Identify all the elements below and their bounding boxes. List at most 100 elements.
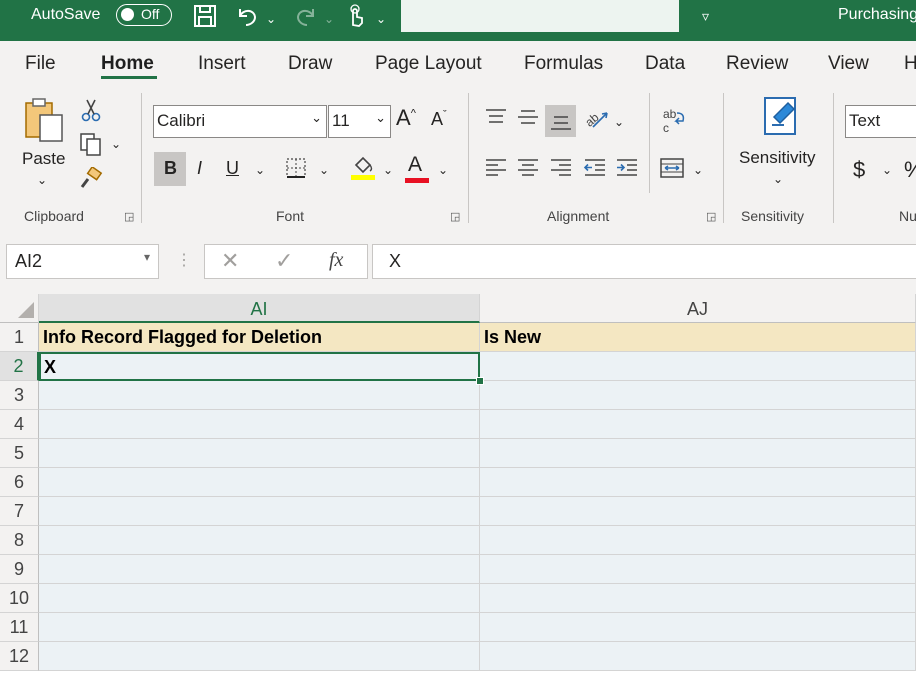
row-header[interactable]: 2 — [0, 352, 39, 381]
paste-dropdown-icon[interactable]: ⌄ — [37, 173, 47, 187]
merge-center-icon[interactable] — [659, 157, 685, 184]
row-header[interactable]: 8 — [0, 526, 39, 555]
fill-color-icon[interactable] — [350, 153, 376, 186]
tab-file[interactable]: File — [25, 53, 56, 75]
underline-dropdown-icon[interactable]: ⌄ — [255, 163, 265, 177]
tab-view[interactable]: View — [828, 53, 869, 75]
increase-indent-icon[interactable] — [615, 157, 639, 184]
cell-ai1[interactable]: Info Record Flagged for Deletion — [39, 323, 480, 352]
font-name-combo[interactable]: Calibri ⌄ — [153, 105, 327, 138]
column-header-aj[interactable]: AJ — [480, 294, 916, 323]
tab-help[interactable]: H — [904, 53, 916, 75]
orientation-dropdown-icon[interactable]: ⌄ — [614, 115, 624, 129]
tab-review[interactable]: Review — [726, 53, 788, 75]
cell-aj8[interactable] — [480, 526, 916, 555]
cell-aj9[interactable] — [480, 555, 916, 584]
row-header[interactable]: 10 — [0, 584, 39, 613]
cell-ai8[interactable] — [39, 526, 480, 555]
cell-ai5[interactable] — [39, 439, 480, 468]
cell-aj7[interactable] — [480, 497, 916, 526]
borders-dropdown-icon[interactable]: ⌄ — [319, 163, 329, 177]
top-align-icon[interactable] — [484, 107, 508, 132]
font-size-combo[interactable]: 11 ⌄ — [328, 105, 391, 138]
grow-font-button[interactable]: A^ — [396, 105, 416, 131]
sensitivity-icon[interactable] — [762, 95, 802, 142]
cell-ai4[interactable] — [39, 410, 480, 439]
cell-ai10[interactable] — [39, 584, 480, 613]
wrap-text-icon[interactable]: ab c — [661, 107, 687, 140]
fill-handle[interactable] — [476, 377, 484, 385]
decrease-indent-icon[interactable] — [583, 157, 607, 184]
italic-button[interactable]: I — [197, 158, 202, 179]
undo-icon[interactable] — [234, 3, 260, 34]
paste-button[interactable] — [20, 95, 68, 150]
cell-aj5[interactable] — [480, 439, 916, 468]
ribbon-display-icon[interactable]: ▿ — [702, 5, 709, 27]
cell-aj6[interactable] — [480, 468, 916, 497]
copy-dropdown-icon[interactable]: ⌄ — [111, 137, 121, 151]
cell-ai11[interactable] — [39, 613, 480, 642]
autosave-toggle[interactable]: Off — [116, 4, 172, 26]
clipboard-launcher-icon[interactable]: ◲ — [124, 210, 134, 223]
underline-button[interactable]: U — [226, 158, 239, 179]
formula-input[interactable]: X — [372, 244, 916, 279]
fill-color-dropdown-icon[interactable]: ⌄ — [383, 163, 393, 177]
cell-ai6[interactable] — [39, 468, 480, 497]
format-painter-icon[interactable] — [79, 165, 103, 196]
row-header[interactable]: 4 — [0, 410, 39, 439]
bottom-align-button[interactable] — [545, 105, 576, 137]
tab-data[interactable]: Data — [645, 53, 685, 75]
insert-function-icon[interactable]: fx — [329, 249, 343, 272]
tab-home[interactable]: Home — [101, 53, 154, 75]
row-header[interactable]: 9 — [0, 555, 39, 584]
merge-dropdown-icon[interactable]: ⌄ — [693, 163, 703, 177]
align-center-icon[interactable] — [516, 157, 540, 184]
middle-align-icon[interactable] — [516, 107, 540, 132]
row-header[interactable]: 3 — [0, 381, 39, 410]
cell-aj10[interactable] — [480, 584, 916, 613]
column-header-ai[interactable]: AI — [39, 294, 480, 323]
cancel-icon[interactable]: ✕ — [221, 248, 239, 274]
row-header[interactable]: 5 — [0, 439, 39, 468]
tab-insert[interactable]: Insert — [198, 53, 246, 75]
tab-formulas[interactable]: Formulas — [524, 53, 603, 75]
redo-dropdown-icon[interactable]: ⌄ — [324, 8, 334, 30]
cell-aj2[interactable] — [480, 352, 916, 381]
cell-ai3[interactable] — [39, 381, 480, 410]
redo-icon[interactable] — [293, 3, 319, 34]
cell-ai9[interactable] — [39, 555, 480, 584]
cell-ai2[interactable]: X — [39, 352, 480, 381]
cell-aj12[interactable] — [480, 642, 916, 671]
cell-aj11[interactable] — [480, 613, 916, 642]
row-header[interactable]: 1 — [0, 323, 39, 352]
name-box[interactable]: AI2 ▾ — [6, 244, 159, 279]
row-header[interactable]: 11 — [0, 613, 39, 642]
select-all-corner[interactable] — [0, 294, 39, 323]
enter-icon[interactable]: ✓ — [275, 248, 293, 274]
align-right-icon[interactable] — [549, 157, 573, 184]
save-icon[interactable] — [192, 3, 218, 34]
currency-dropdown-icon[interactable]: ⌄ — [882, 163, 892, 177]
currency-button[interactable]: $ — [853, 157, 865, 183]
borders-icon[interactable] — [285, 157, 307, 184]
row-header[interactable]: 7 — [0, 497, 39, 526]
cell-aj1[interactable]: Is New — [480, 323, 916, 352]
name-box-dropdown-icon[interactable]: ▾ — [144, 250, 150, 264]
align-left-icon[interactable] — [484, 157, 508, 184]
undo-dropdown-icon[interactable]: ⌄ — [266, 8, 276, 30]
tab-page-layout[interactable]: Page Layout — [375, 53, 482, 75]
formula-bar-grip-icon[interactable]: ⋮ — [176, 250, 192, 270]
orientation-icon[interactable]: ab — [582, 105, 611, 136]
sensitivity-dropdown-icon[interactable]: ⌄ — [773, 172, 783, 186]
copy-icon[interactable] — [78, 131, 104, 162]
cell-aj4[interactable] — [480, 410, 916, 439]
font-color-dropdown-icon[interactable]: ⌄ — [438, 163, 448, 177]
customize-toolbar-icon[interactable]: ⌄ — [376, 8, 386, 30]
cut-icon[interactable] — [80, 97, 102, 128]
cell-aj3[interactable] — [480, 381, 916, 410]
percent-button[interactable]: % — [904, 157, 916, 183]
number-format-combo[interactable]: Text — [845, 105, 916, 138]
row-header[interactable]: 6 — [0, 468, 39, 497]
row-header[interactable]: 12 — [0, 642, 39, 671]
cell-ai12[interactable] — [39, 642, 480, 671]
